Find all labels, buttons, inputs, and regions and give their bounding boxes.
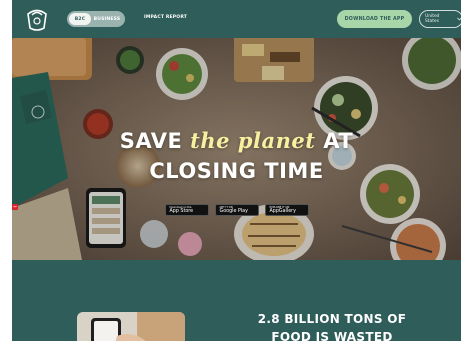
headline-accent: the planet <box>190 128 316 153</box>
impact-report-link[interactable]: IMPACT REPORT <box>144 15 187 20</box>
country-select[interactable]: United States <box>419 10 461 28</box>
download-app-button[interactable]: DOWNLOAD THE APP <box>337 10 412 28</box>
brand-logo-icon[interactable] <box>22 5 52 33</box>
app-store-label: App Store <box>169 209 194 214</box>
headline-part2: AT <box>315 129 354 153</box>
app-store-badge[interactable]: Download on the App Store <box>12 204 209 216</box>
headline-part1: SAVE <box>119 129 191 153</box>
appgallery-label: AppGallery <box>269 209 296 214</box>
toggle-b2c[interactable]: B2C <box>69 13 91 25</box>
headline-line2: CLOSING TIME <box>149 159 324 183</box>
audience-toggle: B2C BUSINESS <box>67 11 125 27</box>
hero-section: SAVE the planet AT CLOSING TIME Download… <box>12 38 461 260</box>
toggle-business[interactable]: BUSINESS <box>91 13 123 25</box>
huawei-icon <box>12 204 18 210</box>
appgallery-badge[interactable]: EXPLORE IT ON AppGallery <box>12 204 309 216</box>
stat-line-1: 2.8 BILLION TONS OF <box>257 312 407 326</box>
google-play-label: Google Play <box>219 209 248 214</box>
site-header: B2C BUSINESS IMPACT REPORT DOWNLOAD THE … <box>12 0 461 38</box>
page: B2C BUSINESS IMPACT REPORT DOWNLOAD THE … <box>12 0 461 341</box>
chevron-down-icon <box>457 17 461 21</box>
phone-in-hand-image <box>77 312 185 341</box>
stats-section: 2.8 BILLION TONS OF FOOD IS WASTED EVERY <box>12 260 461 341</box>
app-store-badges: Download on the App Store GET IT ON Goog… <box>12 204 461 216</box>
country-label: United States <box>425 14 440 24</box>
google-play-badge[interactable]: GET IT ON Google Play <box>12 204 259 216</box>
hero-headline: SAVE the planet AT CLOSING TIME <box>12 126 461 186</box>
stat-line-2: FOOD IS WASTED EVERY <box>271 330 393 341</box>
